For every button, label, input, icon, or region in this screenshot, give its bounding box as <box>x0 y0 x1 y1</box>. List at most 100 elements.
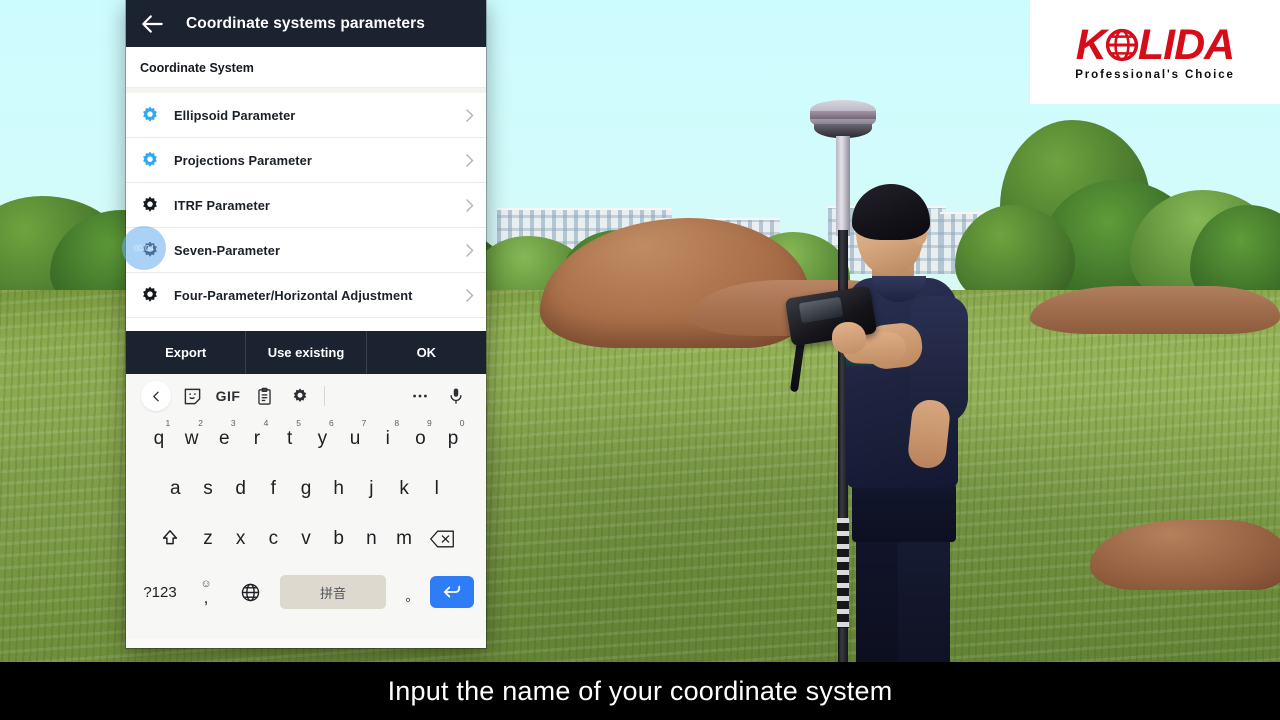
clipboard-button[interactable] <box>246 378 282 414</box>
period-key[interactable]: 。 <box>394 580 430 605</box>
key-a[interactable]: a <box>159 466 192 512</box>
space-key[interactable]: 拼音 <box>280 575 386 609</box>
subtitle-band: Input the name of your coordinate system <box>0 662 1280 720</box>
key-i[interactable]: 8i <box>371 416 404 462</box>
key-d[interactable]: d <box>224 466 257 512</box>
list-item-ellipsoid-parameter[interactable]: Ellipsoid Parameter <box>126 93 486 138</box>
globe-logo-icon <box>1105 28 1138 62</box>
key-c[interactable]: c <box>257 516 290 562</box>
key-s[interactable]: s <box>192 466 225 512</box>
gif-button[interactable]: GIF <box>210 378 246 414</box>
backspace-icon <box>430 530 455 548</box>
export-button[interactable]: Export <box>126 331 247 374</box>
key-q[interactable]: 1q <box>143 416 176 462</box>
key-r[interactable]: 4r <box>241 416 274 462</box>
key-letter: p <box>447 428 459 449</box>
enter-key[interactable] <box>430 576 474 608</box>
toolbar-divider <box>324 386 325 406</box>
key-letter: t <box>287 428 293 449</box>
sticker-face-icon <box>184 388 200 404</box>
key-letter: e <box>218 428 230 449</box>
voice-input-button[interactable] <box>438 378 474 414</box>
key-w[interactable]: 2w <box>175 416 208 462</box>
sticker-button[interactable] <box>174 378 210 414</box>
chevron-right-icon <box>466 108 474 122</box>
comma-label: , <box>203 587 209 607</box>
key-number: 4 <box>263 418 269 428</box>
key-letter: i <box>385 428 390 449</box>
list-item-label: Seven-Parameter <box>174 242 281 258</box>
logo-k: K <box>1075 20 1107 69</box>
list-item-seven-parameter[interactable]: Seven-Parameter <box>126 228 486 273</box>
subtitle-text: Input the name of your coordinate system <box>387 675 893 706</box>
key-f[interactable]: f <box>257 466 290 512</box>
logo-lida: LIDA <box>1137 20 1235 69</box>
key-u[interactable]: 7u <box>339 416 372 462</box>
more-horizontal-icon <box>413 394 427 398</box>
use-existing-button[interactable]: Use existing <box>246 331 367 374</box>
key-letter: q <box>153 428 165 449</box>
key-letter: u <box>349 428 361 449</box>
shift-key[interactable] <box>148 516 192 562</box>
backspace-key[interactable] <box>420 516 464 562</box>
key-t[interactable]: 5t <box>273 416 306 462</box>
hand <box>832 322 866 354</box>
key-number: 7 <box>361 418 367 428</box>
key-number: 5 <box>296 418 301 428</box>
key-letter: y <box>317 428 328 449</box>
list-item-label: ITRF Parameter <box>174 197 270 213</box>
logo-wordmark: K LIDA <box>1075 20 1235 69</box>
chevron-left-icon <box>152 391 159 401</box>
key-l[interactable]: l <box>420 466 453 512</box>
logo-tagline: Professional's Choice <box>1075 68 1235 81</box>
key-m[interactable]: m <box>388 516 421 562</box>
key-z[interactable]: z <box>192 516 225 562</box>
gear-icon <box>143 241 157 257</box>
leg <box>898 530 950 662</box>
virtual-keyboard: GIF 1 q 2 w 3 e 4 r 5 t 6 y 7 u 8 i 9 o … <box>126 374 486 639</box>
list-item-projections-parameter[interactable]: Projections Parameter <box>126 138 486 183</box>
key-e[interactable]: 3e <box>208 416 241 462</box>
symbols-key[interactable]: ?123 <box>136 584 184 601</box>
gear-icon <box>143 151 157 167</box>
list-item-four-parameter-horizontal-adjustment[interactable]: Four-Parameter/Horizontal Adjustment <box>126 273 486 318</box>
key-o[interactable]: 9o <box>404 416 437 462</box>
key-number: 3 <box>230 418 236 428</box>
gnss-antenna-neck <box>836 136 850 236</box>
key-number: 2 <box>198 418 203 428</box>
key-letter: r <box>253 428 261 449</box>
key-h[interactable]: h <box>322 466 355 512</box>
list-item-label: Four-Parameter/Horizontal Adjustment <box>174 287 413 303</box>
key-n[interactable]: n <box>355 516 388 562</box>
key-number: 8 <box>394 418 400 428</box>
more-options-button[interactable] <box>402 378 438 414</box>
keyboard-row-4: ?123 ☺ , 拼音 。 <box>126 566 486 618</box>
key-x[interactable]: x <box>224 516 257 562</box>
comma-key[interactable]: ☺ , <box>184 578 228 607</box>
list-item-partial[interactable] <box>126 318 486 331</box>
surveyor-figure <box>760 100 1020 662</box>
key-letter: w <box>184 428 199 449</box>
android-app-panel: Coordinate systems parameters Coordinate… <box>126 0 486 648</box>
key-y[interactable]: 6y <box>306 416 339 462</box>
keyboard-settings-button[interactable] <box>282 378 318 414</box>
back-arrow-icon[interactable] <box>140 11 166 37</box>
key-g[interactable]: g <box>290 466 323 512</box>
ok-button[interactable]: OK <box>367 331 486 374</box>
dirt-mound <box>1030 286 1280 334</box>
key-number: 0 <box>459 418 465 428</box>
key-v[interactable]: v <box>290 516 323 562</box>
parameter-list[interactable]: Ellipsoid Parameter Projections Paramete… <box>126 88 486 331</box>
key-p[interactable]: 0p <box>437 416 470 462</box>
key-k[interactable]: k <box>388 466 421 512</box>
gear-icon <box>293 388 307 403</box>
chevron-right-icon <box>466 288 474 302</box>
language-switch-key[interactable] <box>228 582 272 603</box>
list-item-itrf-parameter[interactable]: ITRF Parameter <box>126 183 486 228</box>
keyboard-back-button[interactable] <box>138 378 174 414</box>
section-label: Coordinate System <box>126 47 486 88</box>
keyboard-row-1: 1q 2w 3e 4r 5t 6y 7u 8i 9o 0p <box>126 416 486 466</box>
keyboard-row-2: a s d f g h j k l <box>126 466 486 516</box>
key-b[interactable]: b <box>322 516 355 562</box>
key-j[interactable]: j <box>355 466 388 512</box>
